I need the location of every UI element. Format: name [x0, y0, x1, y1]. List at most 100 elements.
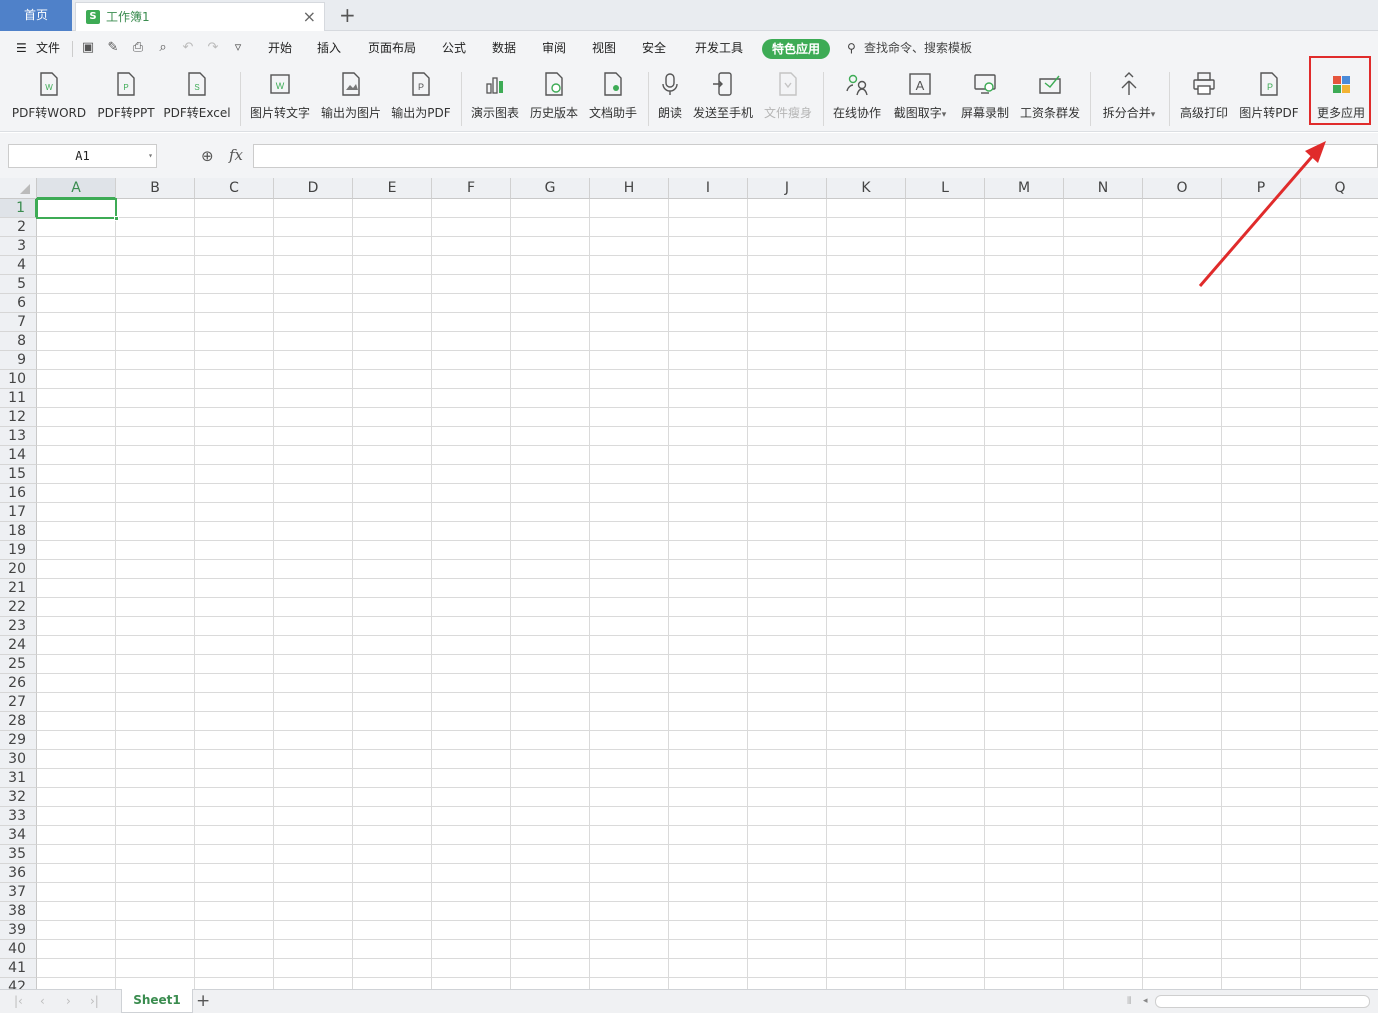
column-header[interactable]: L	[906, 178, 985, 199]
send-phone-button[interactable]: 发送至手机	[690, 68, 756, 128]
command-search[interactable]: 查找命令、搜索模板	[864, 31, 972, 66]
row-header[interactable]: 24	[0, 636, 37, 655]
fx-icon[interactable]: fx	[229, 145, 243, 165]
screen-record-button[interactable]: 屏幕录制	[957, 68, 1013, 128]
zoom-icon[interactable]: ⊕	[201, 147, 214, 165]
read-aloud-button[interactable]: 朗读	[654, 68, 686, 128]
new-tab-button[interactable]: +	[339, 2, 356, 28]
split-grip-icon[interactable]: ⦀	[1127, 994, 1131, 1010]
column-header[interactable]: E	[353, 178, 432, 199]
row-header[interactable]: 5	[0, 275, 37, 294]
sheet-tab[interactable]: Sheet1	[121, 989, 193, 1013]
row-header[interactable]: 31	[0, 769, 37, 788]
row-header[interactable]: 28	[0, 712, 37, 731]
format-painter-icon[interactable]: ✎	[105, 40, 121, 56]
column-header[interactable]: A	[37, 178, 116, 199]
row-header[interactable]: 10	[0, 370, 37, 389]
row-header[interactable]: 23	[0, 617, 37, 636]
export-pdf-button[interactable]: P 输出为PDF	[388, 68, 454, 128]
active-cell[interactable]	[36, 198, 119, 221]
column-header[interactable]: J	[748, 178, 827, 199]
customize-toolbar-icon[interactable]: ▿	[230, 40, 246, 56]
column-header[interactable]: Q	[1301, 178, 1378, 199]
menu-review[interactable]: 审阅	[542, 31, 566, 66]
advanced-print-button[interactable]: 高级打印	[1175, 68, 1233, 128]
column-header[interactable]: B	[116, 178, 195, 199]
split-merge-button[interactable]: 拆分合并▾	[1096, 68, 1162, 128]
row-header[interactable]: 7	[0, 313, 37, 332]
row-header[interactable]: 12	[0, 408, 37, 427]
row-header[interactable]: 14	[0, 446, 37, 465]
hamburger-icon[interactable]: ☰	[16, 31, 27, 66]
tab-workbook[interactable]: S 工作簿1 ×	[75, 2, 325, 31]
row-header[interactable]: 17	[0, 503, 37, 522]
row-header[interactable]: 16	[0, 484, 37, 503]
row-header[interactable]: 1	[0, 199, 37, 218]
redo-icon[interactable]: ↷	[205, 40, 221, 56]
column-header[interactable]: N	[1064, 178, 1143, 199]
row-header[interactable]: 22	[0, 598, 37, 617]
next-sheet-icon[interactable]: ›	[66, 992, 71, 1010]
row-header[interactable]: 15	[0, 465, 37, 484]
menu-page-layout[interactable]: 页面布局	[368, 31, 416, 66]
close-icon[interactable]: ×	[303, 8, 316, 26]
row-header[interactable]: 35	[0, 845, 37, 864]
menu-data[interactable]: 数据	[492, 31, 516, 66]
row-header[interactable]: 13	[0, 427, 37, 446]
chart-button[interactable]: 演示图表	[467, 68, 523, 128]
formula-input[interactable]	[253, 144, 1378, 168]
menu-formulas[interactable]: 公式	[442, 31, 466, 66]
row-header[interactable]: 3	[0, 237, 37, 256]
row-header[interactable]: 19	[0, 541, 37, 560]
row-header[interactable]: 21	[0, 579, 37, 598]
doc-assistant-button[interactable]: 文档助手	[585, 68, 641, 128]
undo-icon[interactable]: ↶	[180, 40, 196, 56]
column-header[interactable]: O	[1143, 178, 1222, 199]
row-header[interactable]: 37	[0, 883, 37, 902]
row-header[interactable]: 25	[0, 655, 37, 674]
column-header[interactable]: C	[195, 178, 274, 199]
screenshot-text-button[interactable]: A 截图取字▾	[889, 68, 951, 128]
row-header[interactable]: 9	[0, 351, 37, 370]
collaborate-button[interactable]: 在线协作	[829, 68, 885, 128]
pdf-to-word-button[interactable]: W PDF转WORD	[8, 68, 90, 128]
column-header[interactable]: G	[511, 178, 590, 199]
prev-sheet-icon[interactable]: ‹	[40, 992, 45, 1010]
row-header[interactable]: 33	[0, 807, 37, 826]
menu-view[interactable]: 视图	[592, 31, 616, 66]
payslip-button[interactable]: 工资条群发	[1016, 68, 1084, 128]
row-header[interactable]: 26	[0, 674, 37, 693]
column-header[interactable]: M	[985, 178, 1064, 199]
menu-special-apps[interactable]: 特色应用	[762, 39, 830, 59]
row-header[interactable]: 18	[0, 522, 37, 541]
export-image-button[interactable]: 输出为图片	[318, 68, 384, 128]
row-header[interactable]: 11	[0, 389, 37, 408]
menu-insert[interactable]: 插入	[317, 31, 341, 66]
name-box[interactable]: A1 ▾	[8, 144, 157, 168]
row-header[interactable]: 2	[0, 218, 37, 237]
row-header[interactable]: 32	[0, 788, 37, 807]
row-header[interactable]: 20	[0, 560, 37, 579]
chevron-down-icon[interactable]: ▾	[148, 145, 153, 167]
select-all-corner[interactable]	[0, 178, 37, 199]
column-header[interactable]: I	[669, 178, 748, 199]
menu-file[interactable]: 文件	[36, 31, 60, 66]
menu-security[interactable]: 安全	[642, 31, 666, 66]
print-icon[interactable]: ⎙	[130, 40, 146, 56]
pdf-to-excel-button[interactable]: S PDF转Excel	[162, 68, 232, 128]
row-header[interactable]: 36	[0, 864, 37, 883]
horizontal-scrollbar[interactable]	[1155, 995, 1370, 1008]
image-to-pdf-button[interactable]: P 图片转PDF	[1236, 68, 1302, 128]
fill-handle[interactable]	[114, 216, 119, 221]
print-preview-icon[interactable]: ⌕	[155, 40, 171, 56]
row-header[interactable]: 6	[0, 294, 37, 313]
cell-area[interactable]	[37, 199, 1378, 989]
row-header[interactable]: 27	[0, 693, 37, 712]
file-slim-button[interactable]: 文件瘦身	[760, 68, 816, 128]
column-header[interactable]: K	[827, 178, 906, 199]
tab-home[interactable]: 首页	[0, 0, 72, 31]
row-header[interactable]: 38	[0, 902, 37, 921]
row-header[interactable]: 29	[0, 731, 37, 750]
row-header[interactable]: 34	[0, 826, 37, 845]
image-to-text-button[interactable]: W 图片转文字	[247, 68, 313, 128]
